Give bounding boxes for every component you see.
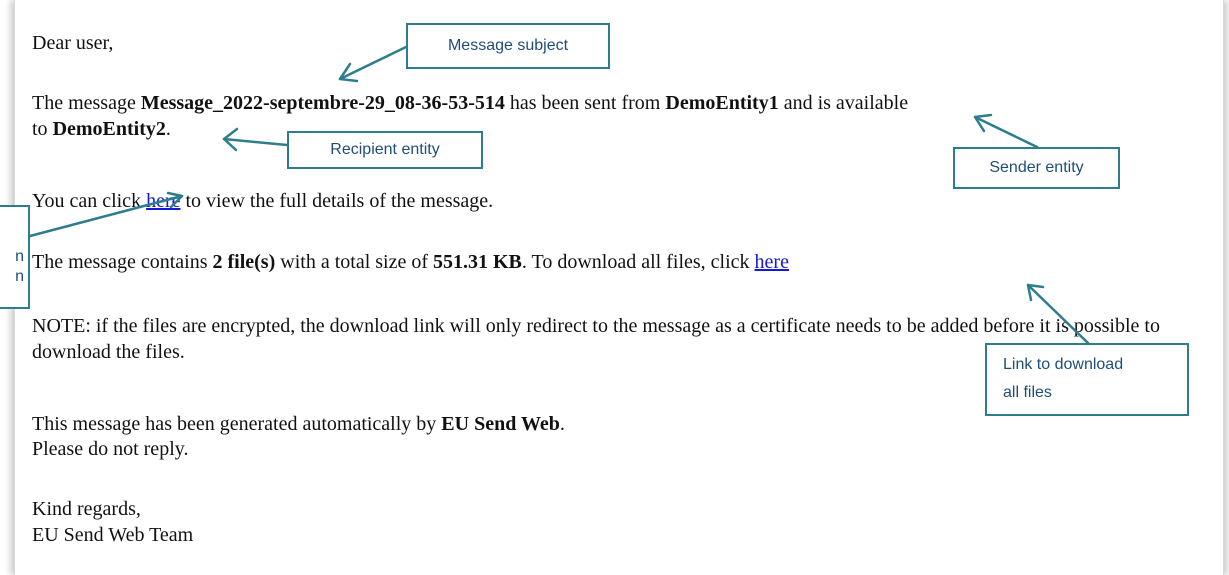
download-all-link[interactable]: here (755, 251, 789, 273)
text: . (559, 413, 565, 435)
text: with a total size of (275, 251, 433, 273)
callout-details-link: n n (0, 205, 30, 309)
callout-recipient-entity: Recipient entity (287, 131, 483, 169)
file-count: 2 file(s) (212, 251, 276, 273)
callout-sender-entity: Sender entity (953, 147, 1120, 189)
text: to view the full details of the message. (180, 190, 494, 212)
text: . To download all files, click (521, 251, 755, 273)
callout-download-line1: Link to download (1003, 356, 1124, 373)
message-subject: Message_2022-septembre-29_08-36-53-514 (140, 92, 505, 114)
text: and is available (778, 92, 909, 114)
text: The message contains (32, 251, 213, 273)
signature-text: EU Send Web Team (32, 524, 194, 546)
callout-download-link: Link to download all files (985, 343, 1189, 416)
details-paragraph: You can click here to view the full deta… (32, 188, 493, 214)
callout-left-line2: n (15, 268, 24, 285)
text: The message (32, 92, 141, 114)
message-info-paragraph: The message Message_2022-septembre-29_08… (32, 90, 1217, 142)
callout-message-subject: Message subject (406, 23, 610, 69)
files-paragraph: The message contains 2 file(s) with a to… (32, 249, 789, 275)
greeting: Dear user, (32, 32, 114, 54)
callout-download-line2: all files (1003, 384, 1052, 401)
total-size: 551.31 KB (433, 251, 522, 273)
app-name: EU Send Web (441, 413, 560, 435)
closing-text: Kind regards, (32, 498, 141, 520)
text: has been sent from (504, 92, 666, 114)
view-details-link[interactable]: here (146, 190, 180, 212)
text: You can click (32, 190, 147, 212)
no-reply-text: Please do not reply. (32, 438, 189, 460)
email-frame (14, 0, 1224, 575)
generated-paragraph: This message has been generated automati… (32, 411, 565, 437)
text: This message has been generated automati… (32, 413, 442, 435)
sender-entity: DemoEntity1 (665, 92, 779, 114)
text: . (165, 118, 171, 140)
text: to (32, 118, 53, 140)
callout-left-line1: n (15, 248, 24, 265)
recipient-entity: DemoEntity2 (52, 118, 166, 140)
